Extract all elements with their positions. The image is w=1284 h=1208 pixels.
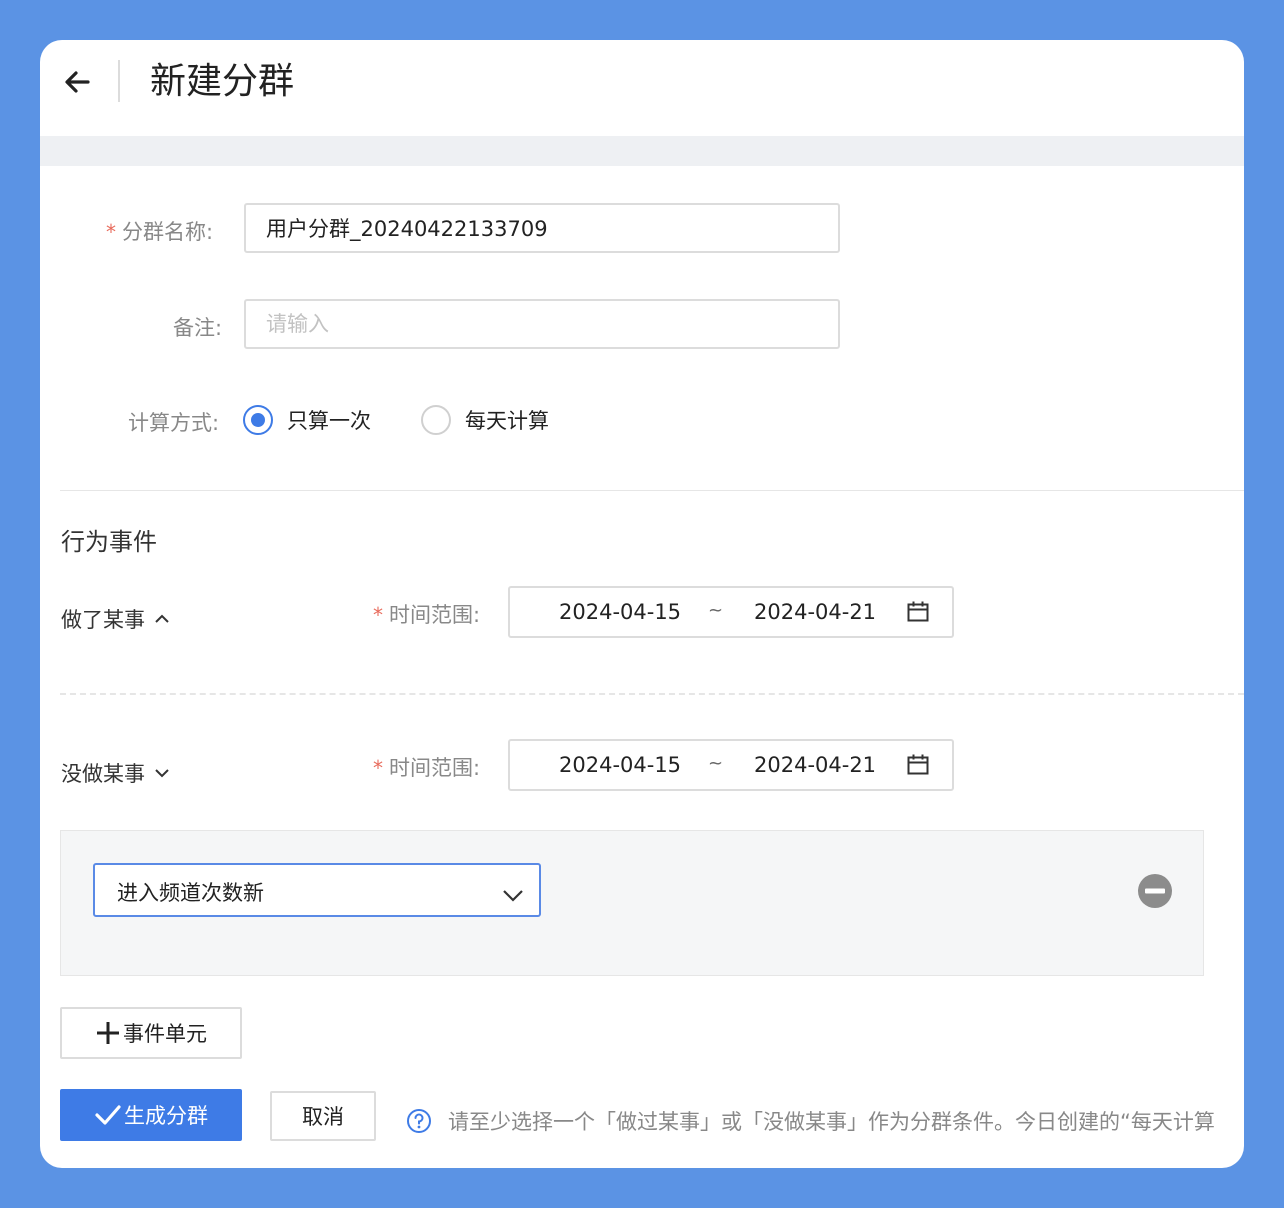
not-did-start-date[interactable]: 2024-04-15	[559, 753, 681, 777]
generate-segment-button[interactable]: 生成分群	[60, 1089, 242, 1141]
note-input[interactable]	[244, 299, 840, 349]
required-asterisk: *	[106, 220, 116, 244]
did-time-range-label: * 时间范围:	[373, 603, 481, 627]
event-select[interactable]: 进入频道次数新	[93, 863, 541, 917]
dashed-divider	[60, 693, 1244, 695]
cancel-label: 取消	[302, 1105, 344, 1129]
section-divider	[60, 490, 1244, 491]
radio-daily-circle[interactable]	[421, 405, 451, 435]
page-header: 新建分群	[40, 40, 1244, 136]
not-did-time-range-label: * 时间范围:	[373, 756, 481, 780]
calendar-icon[interactable]	[906, 600, 930, 624]
header-separator-band	[40, 136, 1244, 166]
radio-once-label: 只算一次	[287, 409, 371, 433]
not-did-end-date[interactable]: 2024-04-21	[754, 753, 876, 777]
add-event-unit-label: 事件单元	[123, 1022, 207, 1046]
event-condition-box: 进入频道次数新	[60, 830, 1204, 976]
did-date-range-picker[interactable]: 2024-04-15 ~ 2024-04-21	[508, 586, 954, 638]
hint-message: 请至少选择一个「做过某事」或「没做某事」作为分群条件。今日创建的“每天计算	[406, 1106, 1215, 1136]
event-select-value: 进入频道次数新	[117, 881, 264, 905]
not-did-date-range-picker[interactable]: 2024-04-15 ~ 2024-04-21	[508, 739, 954, 791]
required-asterisk: *	[373, 756, 383, 780]
calendar-icon[interactable]	[906, 753, 930, 777]
generate-segment-label: 生成分群	[124, 1104, 208, 1128]
radio-once[interactable]: 只算一次	[243, 405, 371, 435]
check-icon	[95, 1105, 121, 1125]
radio-daily-label: 每天计算	[465, 409, 549, 433]
behavior-section-title: 行为事件	[61, 528, 157, 556]
cancel-button[interactable]: 取消	[270, 1091, 376, 1141]
required-asterisk: *	[373, 603, 383, 627]
page-title: 新建分群	[150, 61, 295, 102]
calc-method-label: 计算方式:	[128, 411, 220, 435]
did-something-label: 做了某事	[61, 608, 145, 632]
not-did-something-toggle[interactable]: 没做某事	[61, 758, 171, 788]
back-button[interactable]	[58, 62, 98, 102]
question-circle-icon	[407, 1109, 431, 1133]
segment-name-input[interactable]	[244, 203, 840, 253]
did-start-date[interactable]: 2024-04-15	[559, 600, 681, 624]
chevron-down-icon	[503, 890, 523, 902]
remove-circle-icon[interactable]	[1137, 873, 1173, 909]
header-divider	[118, 60, 120, 102]
add-event-unit-button[interactable]: 事件单元	[60, 1007, 242, 1059]
date-separator: ~	[708, 753, 724, 774]
hint-text: 请至少选择一个「做过某事」或「没做某事」作为分群条件。今日创建的“每天计算	[448, 1110, 1215, 1134]
radio-once-circle[interactable]	[243, 405, 273, 435]
new-segment-card: 新建分群 *分群名称: 备注: 计算方式: 只算一次 每天计算 行为事件 做了某…	[40, 40, 1244, 1168]
chevron-up-icon	[155, 614, 169, 623]
plus-icon	[97, 1022, 119, 1044]
date-separator: ~	[708, 600, 724, 621]
note-label: 备注:	[173, 316, 223, 340]
back-arrow-icon	[65, 71, 90, 93]
did-something-toggle[interactable]: 做了某事	[61, 604, 171, 634]
radio-daily[interactable]: 每天计算	[421, 405, 549, 435]
did-end-date[interactable]: 2024-04-21	[754, 600, 876, 624]
not-did-something-label: 没做某事	[61, 762, 145, 786]
chevron-down-icon	[155, 769, 169, 778]
segment-name-label: * 分群名称:	[106, 220, 214, 244]
